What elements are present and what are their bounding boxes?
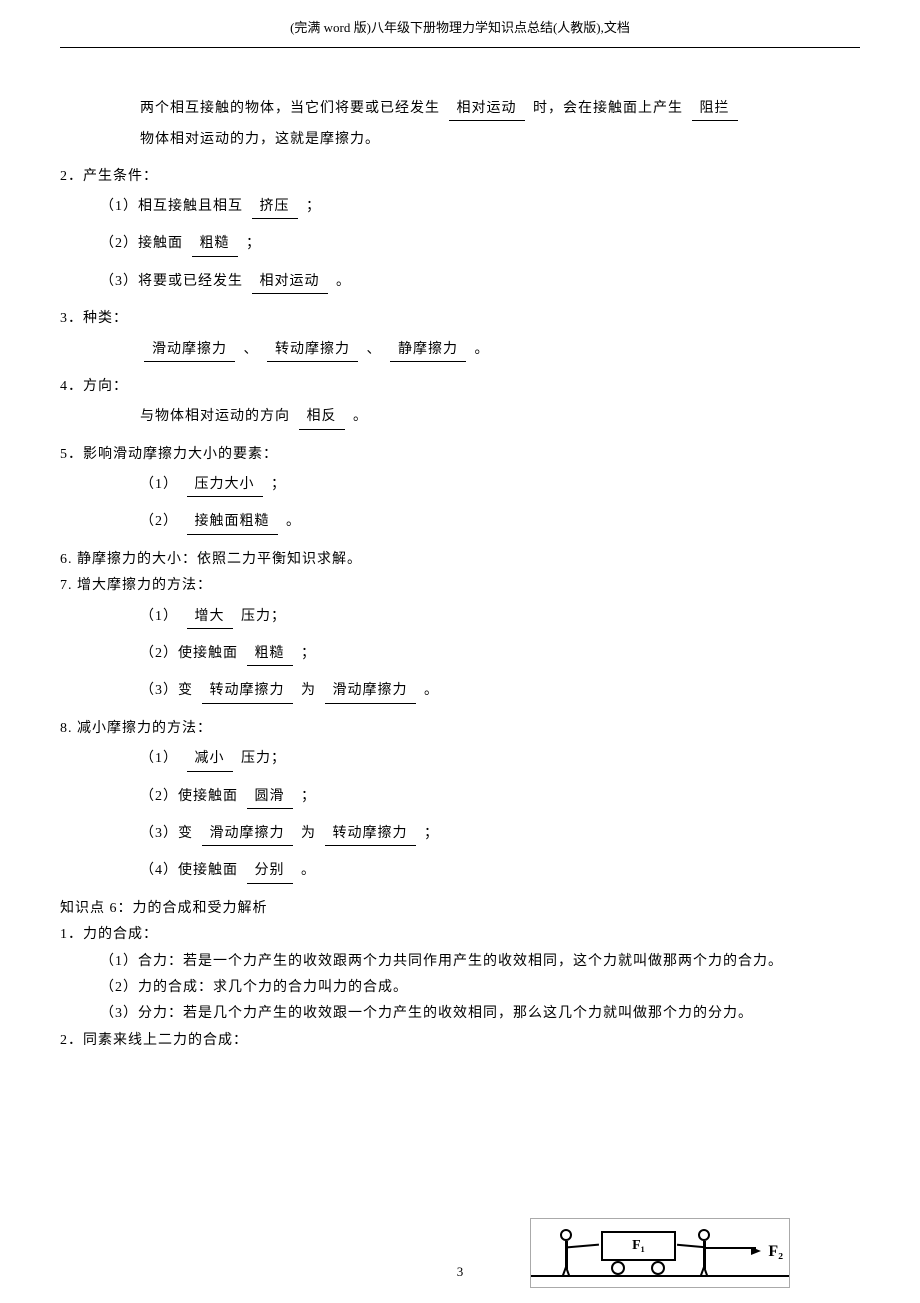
s8-item-1: （1） 减小 压力； xyxy=(60,748,860,771)
blank-block: 阻拦 xyxy=(692,98,738,121)
s7-item-1: （1） 增大 压力； xyxy=(60,606,860,629)
blank-relative-motion: 相对运动 xyxy=(449,98,525,121)
blank-rough-2: 粗糙 xyxy=(247,643,293,666)
blank-sliding-3: 滑动摩擦力 xyxy=(202,823,293,846)
text: （2）使接触面 xyxy=(140,789,238,804)
blank-opposite: 相反 xyxy=(299,406,345,429)
text: （2）接触面 xyxy=(100,236,183,251)
s2-item-1: （1）相互接触且相互 挤压 ； xyxy=(60,196,860,219)
intro-line-2: 物体相对运动的力，这就是摩擦力。 xyxy=(60,129,860,151)
s8-item-4: （4）使接触面 分别 。 xyxy=(60,860,860,883)
blank-separate: 分别 xyxy=(247,860,293,883)
s2-item-3: （3）将要或已经发生 相对运动 。 xyxy=(60,271,860,294)
text: （2） xyxy=(140,514,178,529)
kp6-c2: （2）力的合成：求几个力的合力叫力的合成。 xyxy=(60,977,860,999)
blank-increase: 增大 xyxy=(187,606,233,629)
blank-sliding-2: 滑动摩擦力 xyxy=(325,680,416,703)
s8-item-3: （3）变 滑动摩擦力 为 转动摩擦力 ； xyxy=(60,823,860,846)
content: 两个相互接触的物体，当它们将要或已经发生 相对运动 时，会在接触面上产生 阻拦 … xyxy=(60,98,860,1052)
text: 。 xyxy=(336,274,351,289)
blank-pressure: 压力大小 xyxy=(187,474,263,497)
text: 与物体相对运动的方向 xyxy=(140,409,290,424)
page: (完满 word 版)八年级下册物理力学知识点总结(人教版),文档 两个相互接触… xyxy=(0,0,920,1303)
s7-item-2: （2）使接触面 粗糙 ； xyxy=(60,643,860,666)
text: （1）相互接触且相互 xyxy=(100,199,243,214)
s5-item-1: （1） 压力大小 ； xyxy=(60,474,860,497)
tight-block: 6. 静摩擦力的大小：依照二力平衡知识求解。 7. 增大摩擦力的方法： xyxy=(60,549,860,598)
blank-relative-motion-2: 相对运动 xyxy=(252,271,328,294)
section-6: 6. 静摩擦力的大小：依照二力平衡知识求解。 xyxy=(60,549,860,571)
text: 。 xyxy=(286,514,301,529)
s7-item-3: （3）变 转动摩擦力 为 滑动摩擦力 。 xyxy=(60,680,860,703)
person-1-head-icon xyxy=(560,1229,572,1241)
blank-rolling-2: 转动摩擦力 xyxy=(202,680,293,703)
blank-sliding: 滑动摩擦力 xyxy=(144,339,235,362)
text: （3）变 xyxy=(140,826,193,841)
section-4-title: 4．方向： xyxy=(60,376,860,398)
text: （3）将要或已经发生 xyxy=(100,274,243,289)
page-number: 3 xyxy=(0,1262,920,1283)
text: （3）变 xyxy=(140,683,193,698)
kp6-title: 知识点 6：力的合成和受力解析 xyxy=(60,898,860,920)
force-f2-label: F₂ xyxy=(768,1239,783,1265)
rope-icon xyxy=(706,1247,756,1249)
s2-item-2: （2）接触面 粗糙 ； xyxy=(60,233,860,256)
text: （4）使接触面 xyxy=(140,863,238,878)
text: 时，会在接触面上产生 xyxy=(533,101,683,116)
arrow-right-icon xyxy=(751,1247,761,1255)
blank-press: 挤压 xyxy=(252,196,298,219)
sep: 、 xyxy=(244,342,259,357)
text: 压力； xyxy=(241,609,286,624)
blank-surface-rough: 接触面粗糙 xyxy=(187,511,278,534)
person-2-head-icon xyxy=(698,1229,710,1241)
text: ； xyxy=(301,646,316,661)
blank-rolling: 转动摩擦力 xyxy=(267,339,358,362)
section-2-title: 2．产生条件： xyxy=(60,166,860,188)
text: （1） xyxy=(140,751,178,766)
s8-item-2: （2）使接触面 圆滑 ； xyxy=(60,786,860,809)
text: 。 xyxy=(353,409,368,424)
text: （2）使接触面 xyxy=(140,646,238,661)
sep: 。 xyxy=(475,342,490,357)
text: 。 xyxy=(301,863,316,878)
text: 压力； xyxy=(241,751,286,766)
kp6-block: 知识点 6：力的合成和受力解析 1．力的合成： （1）合力：若是一个力产生的收效… xyxy=(60,898,860,1052)
blank-smooth: 圆滑 xyxy=(247,786,293,809)
person-1-arm-icon xyxy=(567,1244,599,1249)
s4-content: 与物体相对运动的方向 相反 。 xyxy=(60,406,860,429)
section-5-title: 5．影响滑动摩擦力大小的要素： xyxy=(60,444,860,466)
text: 为 xyxy=(301,826,316,841)
section-7-title: 7. 增大摩擦力的方法： xyxy=(60,575,860,597)
text: （1） xyxy=(140,609,178,624)
kp6-s2: 2．同素来线上二力的合成： xyxy=(60,1030,860,1052)
s5-item-2: （2） 接触面粗糙 。 xyxy=(60,511,860,534)
kp6-s1: 1．力的合成： xyxy=(60,924,860,946)
text: 两个相互接触的物体，当它们将要或已经发生 xyxy=(140,101,440,116)
blank-rolling-3: 转动摩擦力 xyxy=(325,823,416,846)
text: ； xyxy=(271,477,286,492)
text: ； xyxy=(246,236,261,251)
intro-line-1: 两个相互接触的物体，当它们将要或已经发生 相对运动 时，会在接触面上产生 阻拦 xyxy=(60,98,860,121)
text: ； xyxy=(424,826,439,841)
page-header: (完满 word 版)八年级下册物理力学知识点总结(人教版),文档 xyxy=(60,18,860,39)
header-divider xyxy=(60,47,860,48)
section-8-title: 8. 减小摩擦力的方法： xyxy=(60,718,860,740)
sep: 、 xyxy=(367,342,382,357)
cart-box: F₁ xyxy=(601,1231,676,1261)
blank-rough: 粗糙 xyxy=(192,233,238,256)
kp6-c3: （3）分力：若是几个力产生的收效跟一个力产生的收效相同，那么这几个力就叫做那个力… xyxy=(60,1003,860,1025)
text: ； xyxy=(301,789,316,804)
person-2-arm-icon xyxy=(677,1244,705,1248)
blank-decrease: 减小 xyxy=(187,748,233,771)
text: ； xyxy=(306,199,321,214)
section-3-title: 3．种类： xyxy=(60,308,860,330)
text: （1） xyxy=(140,477,178,492)
blank-static: 静摩擦力 xyxy=(390,339,466,362)
s3-types: 滑动摩擦力 、 转动摩擦力 、 静摩擦力 。 xyxy=(60,339,860,362)
text: 。 xyxy=(424,683,439,698)
text: 为 xyxy=(301,683,316,698)
kp6-c1: （1）合力：若是一个力产生的收效跟两个力共同作用产生的收效相同，这个力就叫做那两… xyxy=(60,951,860,973)
